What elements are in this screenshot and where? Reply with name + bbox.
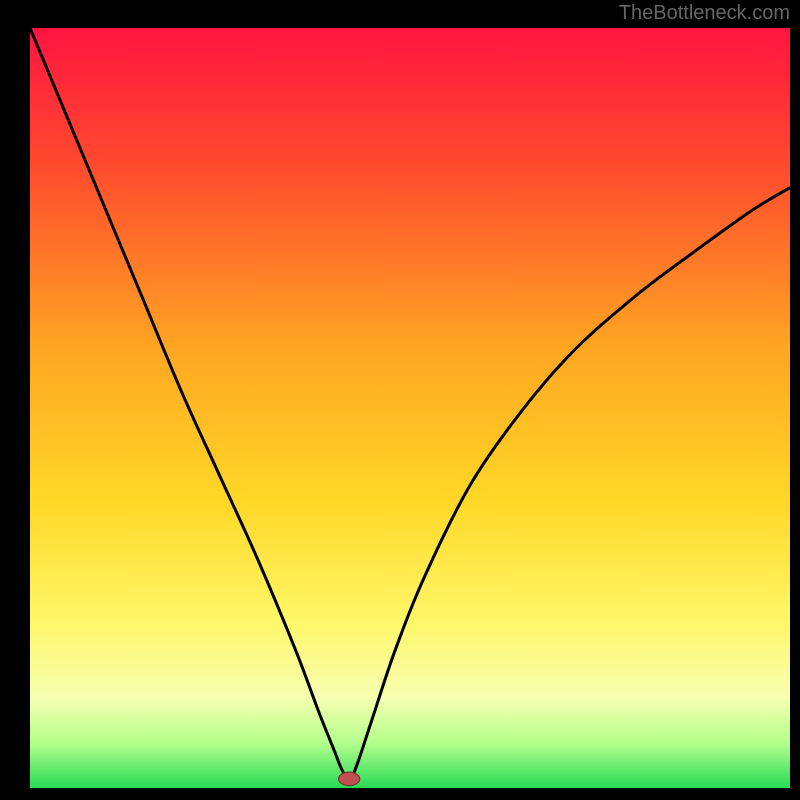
bottleneck-chart (0, 0, 800, 800)
optimal-marker (339, 772, 360, 786)
plot-background (30, 28, 790, 788)
watermark-text: TheBottleneck.com (619, 2, 790, 25)
chart-frame: TheBottleneck.com (0, 0, 800, 800)
